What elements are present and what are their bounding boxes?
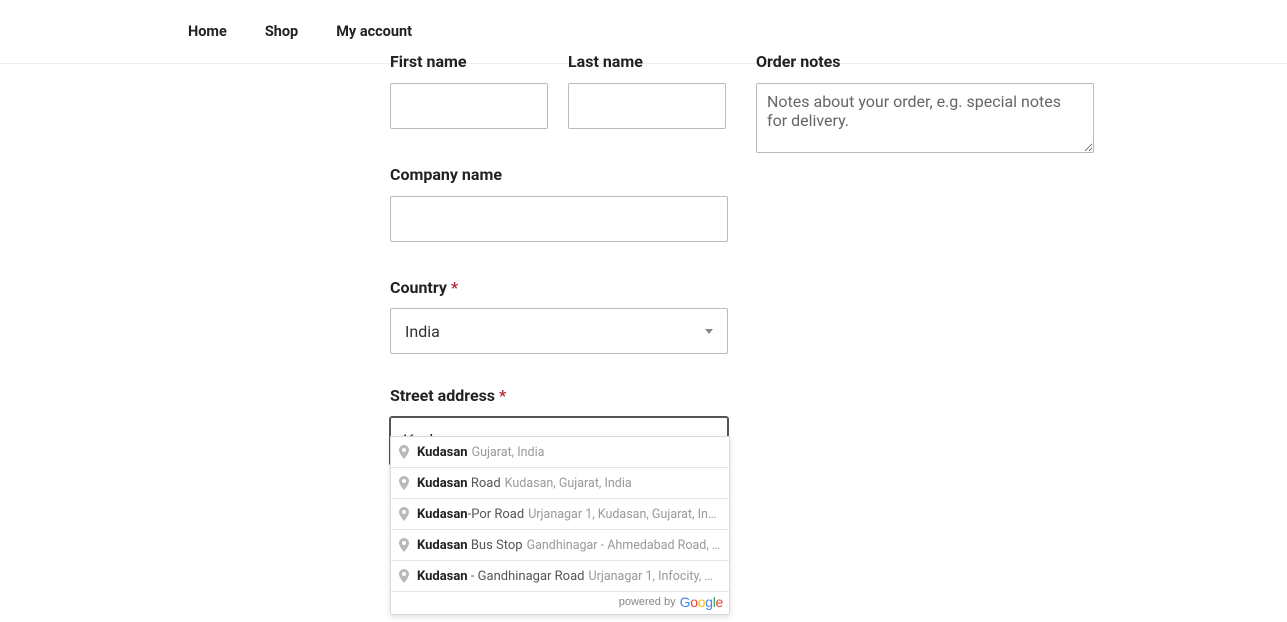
- country-selected-value: India: [405, 322, 440, 341]
- address-autocomplete-dropdown: KudasanGujarat, IndiaKudasan RoadKudasan…: [390, 436, 730, 615]
- map-pin-icon: [399, 507, 409, 521]
- autocomplete-main-text: Kudasan - Gandhinagar Road: [417, 569, 585, 584]
- last-name-label: Last name: [568, 52, 726, 73]
- country-label: Country*: [390, 278, 728, 299]
- billing-column: First name Last name Company name Countr…: [390, 52, 728, 501]
- company-input[interactable]: [390, 196, 728, 242]
- last-name-input[interactable]: [568, 83, 726, 129]
- required-mark: *: [451, 278, 458, 297]
- map-pin-icon: [399, 445, 409, 459]
- nav-my-account[interactable]: My account: [336, 23, 412, 40]
- first-name-input[interactable]: [390, 83, 548, 129]
- autocomplete-secondary-text: Urjanagar 1, Infocity, G…: [589, 569, 722, 584]
- country-select[interactable]: India: [390, 308, 728, 354]
- order-notes-column: Order notes: [756, 52, 1094, 157]
- country-label-text: Country: [390, 278, 447, 297]
- required-mark: *: [499, 386, 506, 405]
- autocomplete-item[interactable]: Kudasan Gujarat, India: [391, 437, 729, 467]
- autocomplete-item[interactable]: Kudasan Bus Stop Gandhinagar - Ahmedabad …: [391, 529, 729, 560]
- autocomplete-main-text: Kudasan Road: [417, 476, 501, 491]
- map-pin-icon: [399, 476, 409, 490]
- first-name-label: First name: [390, 52, 548, 73]
- chevron-down-icon: [705, 329, 713, 334]
- checkout-form: First name Last name Company name Countr…: [0, 64, 1287, 622]
- autocomplete-secondary-text: Urjanagar 1, Kudasan, Gujarat, India: [528, 507, 721, 522]
- order-notes-textarea[interactable]: [756, 83, 1094, 153]
- order-notes-label: Order notes: [756, 52, 1094, 73]
- street-label-text: Street address: [390, 386, 495, 405]
- autocomplete-main-text: Kudasan Bus Stop: [417, 538, 523, 553]
- autocomplete-item[interactable]: Kudasan Road Kudasan, Gujarat, India: [391, 467, 729, 498]
- first-name-label-text: First name: [390, 52, 467, 71]
- last-name-label-text: Last name: [568, 52, 643, 71]
- autocomplete-main-text: Kudasan: [417, 445, 468, 460]
- autocomplete-footer: powered by Google: [391, 591, 729, 614]
- autocomplete-item[interactable]: Kudasan-Por Road Urjanagar 1, Kudasan, Gu…: [391, 498, 729, 529]
- map-pin-icon: [399, 569, 409, 583]
- autocomplete-secondary-text: Gujarat, India: [472, 445, 545, 460]
- street-label: Street address*: [390, 386, 728, 407]
- company-label: Company name: [390, 165, 728, 186]
- autocomplete-item[interactable]: Kudasan - Gandhinagar Road Urjanagar 1, I…: [391, 560, 729, 591]
- company-label-text: Company name: [390, 165, 502, 184]
- map-pin-icon: [399, 538, 409, 552]
- nav-home[interactable]: Home: [188, 23, 227, 40]
- powered-by-text: powered by: [619, 596, 676, 608]
- autocomplete-secondary-text: Gandhinagar - Ahmedabad Road, Ur…: [527, 538, 721, 553]
- nav-shop[interactable]: Shop: [265, 23, 298, 40]
- google-logo: Google: [680, 594, 723, 610]
- order-notes-label-text: Order notes: [756, 52, 841, 71]
- autocomplete-main-text: Kudasan-Por Road: [417, 507, 524, 522]
- autocomplete-secondary-text: Kudasan, Gujarat, India: [505, 476, 632, 491]
